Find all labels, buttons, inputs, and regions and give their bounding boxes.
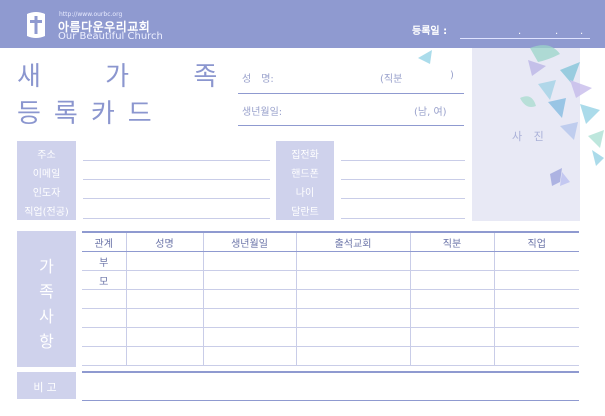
church-name-english: Our Beautiful Church xyxy=(58,31,163,42)
birth-date-label: 생년월일: xyxy=(242,107,283,118)
table-cell[interactable] xyxy=(202,289,297,309)
table-cell[interactable] xyxy=(493,251,579,271)
guide-person-field[interactable] xyxy=(83,198,270,199)
table-cell[interactable] xyxy=(295,251,411,271)
table-cell[interactable]: 부 xyxy=(82,251,127,271)
church-url[interactable]: http://www.ourbc.org xyxy=(59,11,122,18)
address-label: 주소 xyxy=(37,150,56,161)
table-cell[interactable] xyxy=(202,270,297,290)
table-cell[interactable] xyxy=(295,346,411,366)
table-cell[interactable] xyxy=(82,327,127,347)
table-cell[interactable] xyxy=(409,327,495,347)
family-label-char: 가 xyxy=(39,257,54,276)
table-cell[interactable]: 모 xyxy=(82,270,127,290)
table-row: 모 xyxy=(82,270,579,290)
photo-label: 사 진 xyxy=(512,130,548,143)
column-header-occupation: 직업 xyxy=(493,231,579,252)
column-header-church: 출석교회 xyxy=(295,231,411,252)
table-cell[interactable] xyxy=(125,346,204,366)
table-cell[interactable] xyxy=(295,308,411,328)
table-cell[interactable] xyxy=(409,346,495,366)
table-cell[interactable] xyxy=(409,289,495,309)
table-cell[interactable] xyxy=(295,270,411,290)
table-cell[interactable] xyxy=(493,289,579,309)
registration-date-field[interactable] xyxy=(460,38,590,39)
table-cell[interactable] xyxy=(493,270,579,290)
table-cell[interactable] xyxy=(82,346,127,366)
table-cell[interactable] xyxy=(202,327,297,347)
guide-person-label: 인도자 xyxy=(32,188,61,199)
table-cell[interactable] xyxy=(125,308,204,328)
remarks-label: 비고 xyxy=(33,381,60,394)
table-cell[interactable] xyxy=(125,327,204,347)
table-cell[interactable] xyxy=(493,327,579,347)
name-label: 성 명: xyxy=(242,74,274,85)
talent-field[interactable] xyxy=(341,218,465,219)
family-label-char: 사 xyxy=(39,307,54,326)
age-field[interactable] xyxy=(341,198,465,199)
email-field[interactable] xyxy=(83,179,270,180)
table-cell[interactable] xyxy=(202,251,297,271)
home-phone-field[interactable] xyxy=(341,160,465,161)
mobile-phone-label: 핸드폰 xyxy=(291,169,319,180)
email-label: 이메일 xyxy=(32,169,61,180)
occupation-field[interactable] xyxy=(83,218,270,219)
column-header-name: 성명 xyxy=(125,231,204,252)
family-label-char: 항 xyxy=(39,332,54,351)
table-cell[interactable] xyxy=(125,270,204,290)
table-cell[interactable] xyxy=(82,289,127,309)
date-separator: . xyxy=(555,26,559,37)
mobile-phone-field[interactable] xyxy=(341,179,465,180)
remarks-field[interactable] xyxy=(82,400,579,401)
form-title-line1: 새 가 족 xyxy=(17,62,246,92)
form-title-line2: 등록카드 xyxy=(17,99,165,129)
family-label-char: 족 xyxy=(39,282,54,301)
butterfly-decoration-icon xyxy=(418,45,604,186)
table-row xyxy=(82,308,579,328)
table-row: 부 xyxy=(82,251,579,271)
position-label: (직분 xyxy=(380,74,403,85)
church-logo-icon xyxy=(27,12,45,38)
age-label: 나이 xyxy=(295,188,315,199)
registration-date-label: 등록일 : xyxy=(412,26,448,37)
address-field[interactable] xyxy=(83,160,270,161)
table-header-row: 관계 성명 생년월일 출석교회 직분 직업 xyxy=(82,231,579,252)
family-table: 관계 성명 생년월일 출석교회 직분 직업 부모 xyxy=(82,231,579,366)
remarks-top-border xyxy=(82,371,579,373)
table-cell[interactable] xyxy=(125,251,204,271)
column-header-birth-date: 생년월일 xyxy=(202,231,297,252)
table-cell[interactable] xyxy=(493,346,579,366)
table-cell[interactable] xyxy=(202,346,297,366)
table-row xyxy=(82,289,579,309)
table-cell[interactable] xyxy=(409,251,495,271)
date-separator: . xyxy=(518,26,522,37)
table-cell[interactable] xyxy=(409,308,495,328)
home-phone-label: 집전화 xyxy=(291,150,319,161)
table-cell[interactable] xyxy=(295,289,411,309)
table-cell[interactable] xyxy=(493,308,579,328)
occupation-label: 직업(전공) xyxy=(24,207,69,218)
table-cell[interactable] xyxy=(295,327,411,347)
column-header-position: 직분 xyxy=(409,231,495,252)
talent-label: 달란트 xyxy=(291,207,319,218)
column-header-relation: 관계 xyxy=(82,231,127,252)
table-cell[interactable] xyxy=(202,308,297,328)
table-cell[interactable] xyxy=(82,308,127,328)
table-row xyxy=(82,346,579,366)
table-cell[interactable] xyxy=(409,270,495,290)
table-cell[interactable] xyxy=(125,289,204,309)
table-row xyxy=(82,327,579,347)
family-section-label: 가 족 사 항 xyxy=(17,231,76,367)
date-separator: . xyxy=(580,26,584,37)
